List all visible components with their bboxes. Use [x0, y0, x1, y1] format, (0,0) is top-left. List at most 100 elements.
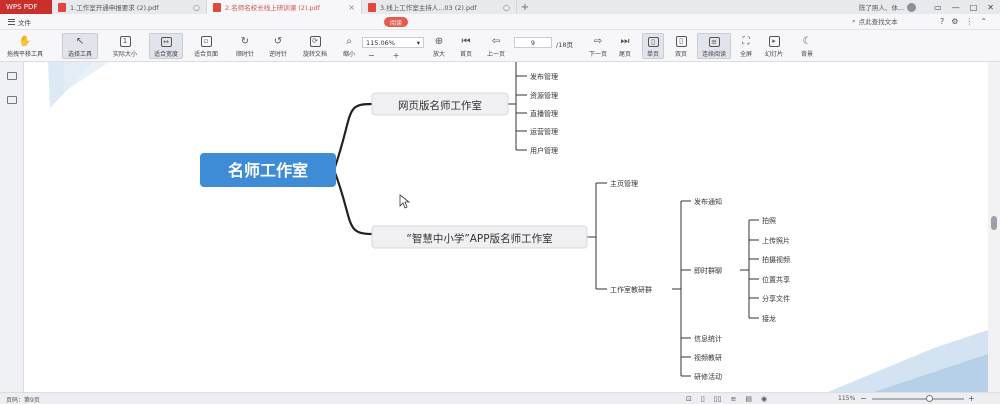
continuous-view-icon[interactable]: ≡: [730, 395, 736, 403]
document-tab-1[interactable]: 1.工作室开通申报要求 (2).pdf ○: [52, 0, 207, 14]
zoom-slider-thumb[interactable]: [926, 395, 933, 402]
tab-close-icon[interactable]: ×: [348, 3, 355, 12]
rotate-doc-label: 旋转文档: [302, 51, 327, 58]
mind-map: 名师工作室 网页版名师工作室 发布管理 资源管理 直播管理 运营管理 用户管理 …: [48, 62, 988, 392]
fit-page-label: 适合页面: [193, 51, 218, 58]
more-icon[interactable]: ⋮: [965, 17, 973, 26]
first-page-button[interactable]: ⏮ 首页: [455, 33, 477, 59]
scrollbar-thumb[interactable]: [991, 216, 997, 230]
pdf-file-icon: [213, 2, 221, 12]
page-info: 页码：第9页: [6, 397, 40, 404]
document-tab-label: 3.线上工作室主持人...03 (2).pdf: [380, 4, 477, 12]
zoom-slider[interactable]: [872, 398, 964, 400]
find-text-box[interactable]: ⌕ 点此查找文本: [852, 16, 898, 27]
thumbnail-icon[interactable]: [7, 72, 17, 80]
new-tab-button[interactable]: +: [517, 2, 533, 13]
chat-item-label: 拍照: [762, 216, 776, 225]
hand-icon: ✋: [18, 35, 32, 47]
web-branch-label: 网页版名师工作室: [398, 99, 482, 112]
single-page-button[interactable]: ▯ 单页: [642, 33, 664, 59]
next-page-button[interactable]: ⇨ 下一页: [584, 33, 612, 59]
rotate-clockwise-button[interactable]: ↻ 顺时针: [231, 33, 259, 59]
book-view-icon[interactable]: ▤: [745, 395, 752, 403]
last-page-label: 尾页: [618, 51, 631, 58]
fullscreen-button[interactable]: ⛶ 全屏: [735, 33, 757, 59]
page-total: /18页: [556, 41, 573, 49]
file-menu[interactable]: 文件: [0, 17, 31, 27]
rotate-document-button[interactable]: ⟳ 旋转文档: [298, 33, 332, 59]
help-icon[interactable]: ?: [940, 17, 944, 26]
tab-close-icon[interactable]: ○: [193, 3, 200, 12]
pan-tool-label: 拖拽平移工具: [6, 51, 43, 58]
arrow-left-icon: ⇦: [491, 35, 501, 47]
page-number-input[interactable]: 9: [514, 37, 552, 48]
fit-page-button[interactable]: ▫ 适合页面: [189, 33, 223, 59]
fit-width-icon: ↔: [160, 37, 172, 47]
zoom-minus-icon[interactable]: −: [368, 51, 375, 60]
document-page: 名师工作室 网页版名师工作室 发布管理 资源管理 直播管理 运营管理 用户管理 …: [24, 62, 988, 392]
tab-close-icon[interactable]: ○: [503, 3, 510, 12]
group-item-label: 研修活动: [694, 372, 722, 381]
double-view-icon[interactable]: ▯▯: [714, 395, 722, 403]
select-tool-button[interactable]: ↖ 选择工具: [62, 33, 98, 59]
restore-icon[interactable]: ▭: [934, 3, 942, 12]
fit-width-button[interactable]: ↔ 适合宽度: [149, 33, 183, 59]
zoom-minus-icon[interactable]: −: [860, 394, 867, 403]
actual-size-label: 实际大小: [112, 51, 137, 58]
chevron-down-icon: ▾: [416, 38, 420, 47]
double-page-button[interactable]: ▯ 双页: [668, 33, 694, 59]
continuous-reading-icon: ≡: [708, 37, 720, 47]
zoom-level-select[interactable]: 115.06% ▾: [362, 37, 424, 48]
menu-right-icons: ? ⚙ ⋮ ⌃: [940, 17, 987, 26]
user-chip[interactable]: 陈了照人、休...: [858, 2, 917, 12]
left-sidebar: [0, 62, 24, 392]
zoom-stepper: − +: [368, 51, 399, 60]
single-page-icon: ▯: [647, 37, 659, 47]
moon-icon: ☾: [802, 35, 812, 47]
connector-chat-items: [740, 219, 759, 319]
rotate-ccw-icon: ↺: [273, 35, 283, 47]
decor-shape-top-left-2: [64, 62, 109, 92]
title-bar: WPS PDF 1.工作室开通申报要求 (2).pdf ○ 2.名师名校长线上研…: [0, 0, 1000, 14]
zoom-plus-icon[interactable]: +: [393, 51, 400, 60]
app-tab[interactable]: WPS PDF: [0, 0, 52, 14]
zoom-in-button[interactable]: ⊕ 放大: [428, 33, 450, 59]
status-bar: 页码：第9页 ⊡ ▯ ▯▯ ≡ ▤ ◉ 115% − +: [0, 392, 1000, 404]
fit-page-icon: ▫: [200, 36, 212, 47]
previous-page-button[interactable]: ⇦ 上一页: [482, 33, 510, 59]
vertical-scrollbar[interactable]: [988, 62, 1000, 392]
reading-mode-badge[interactable]: 阅读: [384, 17, 409, 27]
file-menu-label: 文件: [18, 18, 31, 27]
page-number-value: 9: [530, 38, 536, 47]
pan-tool-button[interactable]: ✋ 拖拽平移工具: [6, 33, 44, 59]
find-text-placeholder: 点此查找文本: [858, 18, 898, 26]
view-mode-icons: ⊡ ▯ ▯▯ ≡ ▤ ◉: [686, 395, 767, 403]
document-tab-3[interactable]: 3.线上工作室主持人...03 (2).pdf ○: [362, 0, 517, 14]
actual-size-button[interactable]: 1 实际大小: [108, 33, 142, 59]
background-button[interactable]: ☾ 背景: [795, 33, 819, 59]
rotate-counterclockwise-button[interactable]: ↺ 逆时针: [264, 33, 292, 59]
maximize-icon[interactable]: □: [970, 3, 978, 12]
slideshow-button[interactable]: ▸ 幻灯片: [760, 33, 788, 59]
continuous-reading-button[interactable]: ≡ 连续阅读: [697, 33, 731, 59]
settings-icon[interactable]: ⚙: [951, 17, 958, 26]
document-tab-2[interactable]: 2.名师名校长线上研训课 (2).pdf ×: [207, 0, 362, 14]
connector-group-items: [672, 200, 691, 377]
bookmark-icon[interactable]: [7, 96, 17, 104]
connector-root-web: [332, 102, 373, 171]
collapse-icon[interactable]: ⌃: [980, 17, 987, 26]
user-name: 陈了照人、休...: [858, 4, 905, 12]
connector-root-app: [332, 169, 373, 236]
menu-icon: [8, 18, 15, 25]
eye-icon[interactable]: ◉: [761, 395, 767, 403]
minimize-icon[interactable]: —: [952, 3, 960, 12]
zoom-out-button[interactable]: ⌕ 缩小: [338, 33, 360, 59]
last-page-button[interactable]: ⏭ 尾页: [614, 33, 636, 59]
single-view-icon[interactable]: ▯: [701, 395, 705, 403]
zoom-plus-icon[interactable]: +: [968, 394, 975, 403]
web-item-label: 直播管理: [530, 109, 558, 118]
search-icon: ⌕: [852, 16, 856, 25]
fit-icon[interactable]: ⊡: [686, 395, 692, 403]
close-icon[interactable]: ✕: [987, 3, 994, 12]
chat-item-label: 分享文件: [762, 294, 790, 303]
